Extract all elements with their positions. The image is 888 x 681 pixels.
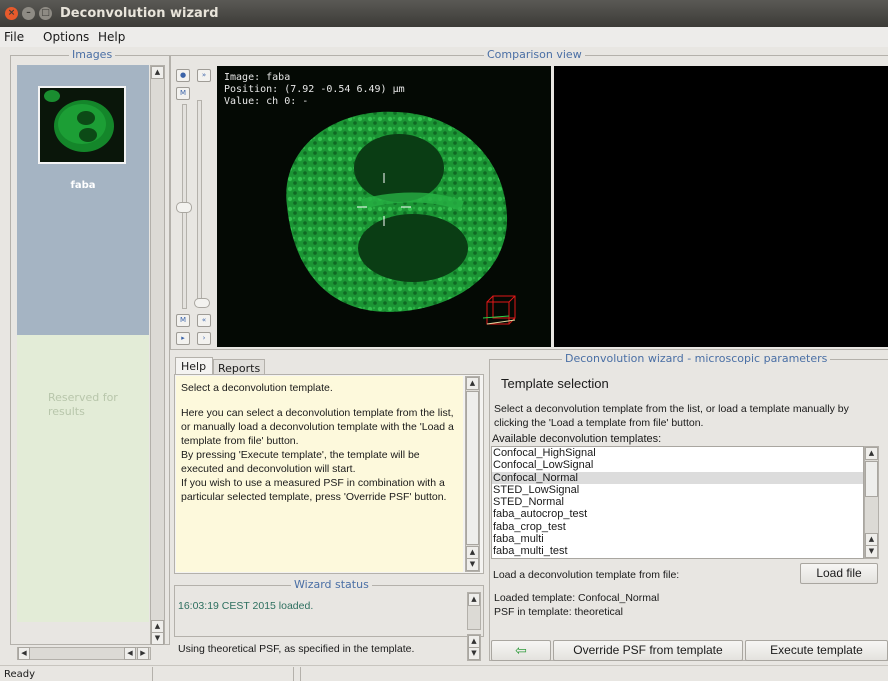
image-info-overlay: Image: faba Position: (7.92 -0.54 6.49) µ… <box>224 72 405 108</box>
scroll-left-icon[interactable]: ◀ <box>18 647 30 660</box>
template-item[interactable]: faba_multi <box>492 533 863 545</box>
template-item[interactable]: STED_Normal <box>492 496 863 508</box>
loaded-template-text: Loaded template: Confocal_Normal <box>494 592 660 604</box>
tab-help[interactable]: Help <box>175 357 213 374</box>
menu-bar: File Options Help <box>0 27 888 47</box>
scroll-left-icon[interactable]: ◀ <box>124 647 136 660</box>
status-ready-text: Ready <box>4 669 36 680</box>
status-bar <box>0 665 888 681</box>
forward-icon[interactable]: › <box>197 332 211 345</box>
cell-thumbnail-image <box>44 90 114 152</box>
slider-handle[interactable] <box>176 202 192 213</box>
help-paragraph: Here you can select a deconvolution temp… <box>181 407 454 447</box>
help-paragraph: By pressing 'Execute template', the temp… <box>181 449 420 475</box>
scroll-down-icon[interactable]: ▼ <box>865 545 878 558</box>
info-value: Value: ch 0: - <box>224 96 309 107</box>
loaded-info: Loaded template: Confocal_Normal PSF in … <box>494 591 659 619</box>
status-line: Using theoretical PSF, as specified in t… <box>178 643 415 655</box>
template-heading: Template selection <box>501 376 609 391</box>
template-item-selected[interactable]: Confocal_Normal <box>492 471 863 484</box>
help-paragraph: If you wish to use a measured PSF in com… <box>181 477 447 503</box>
rewind-icon[interactable]: « <box>197 314 211 327</box>
override-psf-button[interactable]: Override PSF from template <box>553 640 743 661</box>
template-item[interactable]: faba_autocrop_test <box>492 508 863 520</box>
window-title: Deconvolution wizard <box>60 6 219 21</box>
last-frame-icon[interactable]: M <box>176 314 190 327</box>
zoom-in-icon[interactable]: ● <box>176 69 190 82</box>
help-scrollbar[interactable]: ▲ ▲ ▼ <box>465 376 480 572</box>
load-file-label: Load a deconvolution template from file: <box>493 569 680 581</box>
statusbar-divider <box>300 667 301 681</box>
template-item[interactable]: faba_crop_test <box>492 521 863 533</box>
nucleus-image <box>286 111 516 325</box>
scroll-up-icon[interactable]: ▲ <box>151 66 164 79</box>
scroll-right-icon[interactable]: ▶ <box>137 647 149 660</box>
images-title: Images <box>69 48 116 61</box>
image-viewer-left[interactable] <box>217 66 551 347</box>
scroll-down-icon[interactable]: ▼ <box>468 647 480 660</box>
thumbnail-label: faba <box>70 180 96 191</box>
slider-handle-secondary[interactable] <box>194 298 210 308</box>
statusbar-divider <box>152 667 153 681</box>
status-scrollbar[interactable]: ▲ <box>467 592 481 630</box>
statusbar-divider <box>293 667 294 681</box>
scroll-up-icon[interactable]: ▲ <box>466 377 479 390</box>
template-item[interactable]: STED_LowSignal <box>492 484 863 496</box>
fast-forward-icon[interactable]: » <box>197 69 211 82</box>
play-icon[interactable]: ▸ <box>176 332 190 345</box>
execute-template-button[interactable]: Execute template <box>745 640 888 661</box>
images-vertical-scrollbar[interactable]: ▲ ▲ ▼ <box>150 65 165 645</box>
template-list[interactable]: Confocal_HighSignal Confocal_LowSignal C… <box>491 446 864 559</box>
scroll-thumb[interactable] <box>466 391 479 545</box>
template-item[interactable]: faba_multi_test <box>492 545 863 557</box>
scroll-down-icon[interactable]: ▼ <box>466 558 479 571</box>
template-item[interactable]: Confocal_HighSignal <box>492 447 863 459</box>
status-scrollbar-lower[interactable]: ▲ ▼ <box>467 634 481 661</box>
tab-reports[interactable]: Reports <box>213 359 265 375</box>
scroll-up-icon[interactable]: ▲ <box>865 447 878 460</box>
title-bar: × – □ Deconvolution wizard <box>0 0 888 27</box>
menu-help[interactable]: Help <box>98 30 125 44</box>
info-position: Position: (7.92 -0.54 6.49) µm <box>224 84 405 95</box>
wizard-status-title: Wizard status <box>291 578 372 591</box>
back-arrow-icon[interactable]: ⇦ <box>491 640 551 661</box>
template-item[interactable]: Confocal_LowSignal <box>492 459 863 471</box>
first-frame-icon[interactable]: M <box>176 87 190 100</box>
image-thumbnail[interactable] <box>38 86 126 164</box>
info-image: Image: faba <box>224 72 291 83</box>
maximize-icon[interactable]: □ <box>39 7 52 20</box>
close-icon[interactable]: × <box>5 7 18 20</box>
psf-in-template-text: PSF in template: theoretical <box>494 606 623 618</box>
status-line: 16:03:19 CEST 2015 loaded. <box>178 600 314 612</box>
available-templates-label: Available deconvolution templates: <box>492 433 662 445</box>
image-viewer-right[interactable] <box>554 66 888 347</box>
help-paragraph: Select a deconvolution template. <box>181 382 333 394</box>
slider-track-secondary[interactable] <box>197 100 202 303</box>
comparison-title: Comparison view <box>484 48 585 61</box>
help-text: Select a deconvolution template. Here yo… <box>176 376 463 572</box>
params-title: Deconvolution wizard - microscopic param… <box>562 352 831 365</box>
template-description: Select a deconvolution template from the… <box>494 403 849 429</box>
scroll-thumb[interactable] <box>865 461 878 497</box>
scroll-down-icon[interactable]: ▼ <box>151 632 164 645</box>
template-list-scrollbar[interactable]: ▲ ▲ ▼ <box>864 446 879 559</box>
results-area <box>17 335 149 622</box>
images-horizontal-scrollbar[interactable]: ◀ ◀ ▶ <box>17 647 151 660</box>
menu-file[interactable]: File <box>4 30 24 44</box>
minimize-icon[interactable]: – <box>22 7 35 20</box>
results-placeholder: Reserved for results <box>48 391 118 418</box>
load-file-button[interactable]: Load file <box>800 563 878 584</box>
menu-options[interactable]: Options <box>43 30 89 44</box>
scroll-up-icon[interactable]: ▲ <box>468 593 480 606</box>
